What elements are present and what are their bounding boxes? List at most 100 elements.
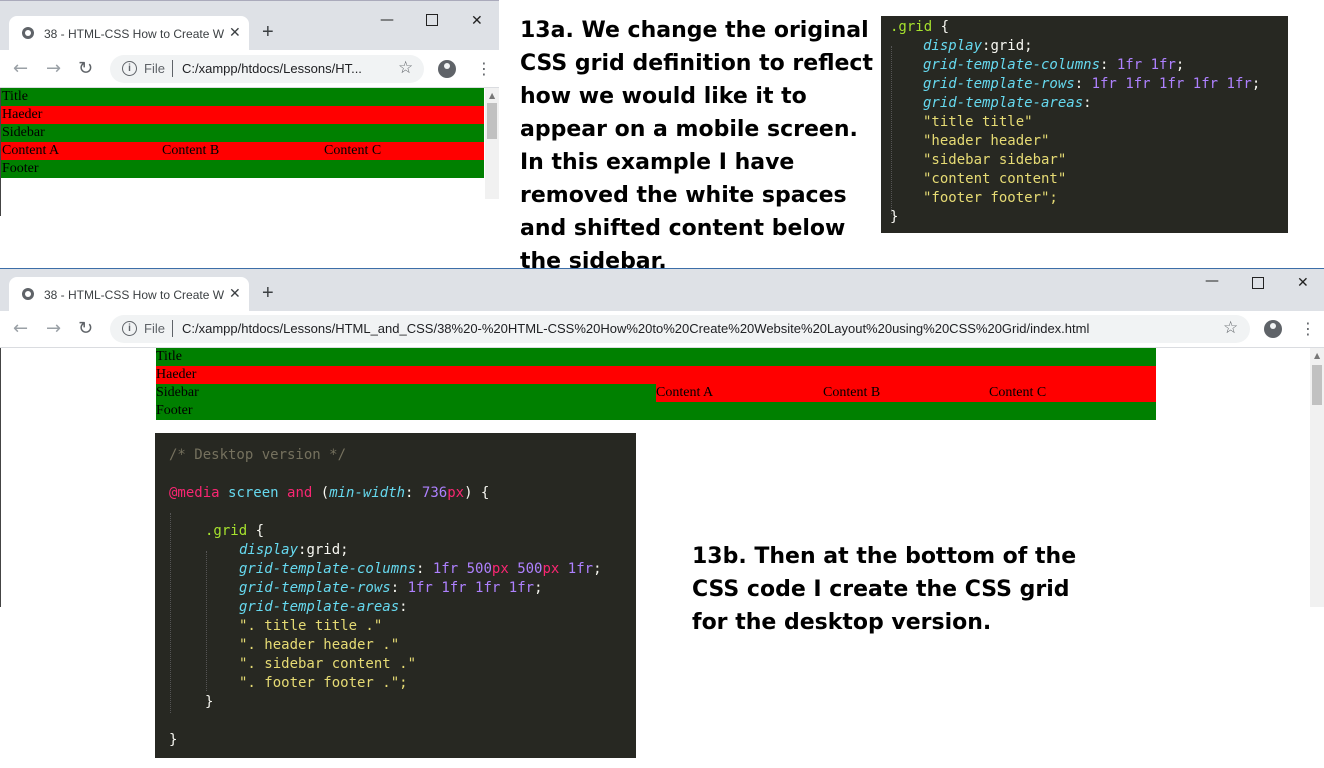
globe-icon (22, 288, 34, 300)
code-panel-desktop: /* Desktop version */ @media screen and … (155, 433, 636, 758)
divider (172, 320, 173, 337)
sidebar-text: Sidebar (2, 125, 45, 140)
code-comment: /* Desktop version */ (169, 447, 347, 463)
area-line: "footer footer"; (923, 190, 1058, 206)
maximize-icon[interactable] (426, 14, 438, 26)
title-text: Title (2, 89, 28, 104)
minimize-icon[interactable]: — (380, 12, 394, 28)
content-a-text: Content A (2, 143, 60, 158)
prop-display: display (923, 38, 983, 54)
area-line: "title title" (923, 114, 1033, 130)
col-val: 1fr (1150, 57, 1176, 73)
address-bar[interactable]: i File C:/xampp/htdocs/Lessons/HT... ☆ (110, 55, 424, 83)
sidebar-row: Sidebar (0, 124, 484, 142)
back-icon[interactable]: ← (13, 318, 28, 339)
browser-tab[interactable]: 38 - HTML-CSS How to Create W ✕ (9, 16, 249, 50)
new-tab-button[interactable]: + (262, 21, 274, 44)
prop-columns: grid-template-columns (923, 57, 1101, 73)
caption-13a: 13a. We change the original CSS grid def… (520, 18, 873, 274)
indent-guide (891, 46, 892, 214)
content-b-text: Content B (162, 143, 220, 158)
prop-areas: grid-template-areas (239, 599, 400, 615)
scroll-up-icon[interactable]: ▲ (489, 91, 495, 100)
media-unit: px (447, 485, 465, 501)
tab-title: 38 - HTML-CSS How to Create W (44, 27, 224, 41)
header-text: Haeder (2, 107, 43, 122)
url-text: C:/xampp/htdocs/Lessons/HT... (182, 61, 362, 76)
divider (172, 60, 173, 77)
bookmark-star-icon[interactable]: ☆ (398, 58, 413, 78)
browser-tab[interactable]: 38 - HTML-CSS How to Create W ✕ (9, 277, 249, 311)
tab-title: 38 - HTML-CSS How to Create W (44, 288, 224, 302)
indent-guide (206, 551, 207, 691)
footer-row: Footer (156, 402, 1156, 420)
top-browser-window: 38 - HTML-CSS How to Create W ✕ + — ✕ ← … (0, 0, 499, 216)
prop-rows: grid-template-rows (923, 76, 1075, 92)
scrollbar-thumb[interactable] (1312, 365, 1322, 405)
menu-icon[interactable]: ⋮ (1300, 319, 1316, 338)
header-row: Haeder (156, 366, 1156, 384)
area-line: "sidebar sidebar" (923, 152, 1067, 168)
prop-display: display (239, 542, 299, 558)
row-val: 1fr (407, 580, 433, 596)
code-panel-mobile: .grid { display:grid; grid-template-colu… (881, 16, 1288, 233)
content-a-text: Content A (656, 385, 714, 400)
sidebar-content-row: Sidebar Content A Content B Content C (156, 384, 1156, 402)
scroll-up-icon[interactable]: ▲ (1314, 351, 1320, 360)
close-tab-icon[interactable]: ✕ (229, 285, 241, 302)
prop-columns: grid-template-columns (239, 561, 417, 577)
footer-text: Footer (2, 161, 39, 176)
title-row: Title (0, 88, 484, 106)
sidebar-cell: Sidebar (156, 384, 656, 402)
new-tab-button[interactable]: + (262, 282, 274, 305)
profile-avatar[interactable] (438, 60, 456, 78)
media-feature: min-width (329, 485, 406, 501)
col-val: 1fr (1116, 57, 1143, 73)
reload-icon[interactable]: ↻ (78, 58, 93, 79)
title-row: Title (156, 348, 1156, 366)
media-type: screen (228, 485, 279, 501)
info-icon: i (122, 321, 137, 336)
content-row: Content A Content B Content C (0, 142, 484, 160)
footer-row: Footer (0, 160, 484, 178)
scrollbar-thumb[interactable] (487, 103, 497, 139)
header-text: Haeder (156, 367, 197, 382)
media-keyword: @media (169, 485, 220, 501)
forward-icon[interactable]: → (46, 318, 61, 339)
globe-icon (22, 27, 34, 39)
row-val: 1fr (475, 580, 501, 596)
sidebar-text: Sidebar (156, 385, 199, 400)
indent-guide (170, 513, 171, 713)
title-text: Title (156, 349, 182, 364)
caption-13b: 13b. Then at the bottom of the CSS code … (692, 544, 1077, 635)
close-window-icon[interactable]: ✕ (471, 13, 483, 29)
window-border (0, 88, 1, 216)
content-c-text: Content C (324, 143, 382, 158)
menu-icon[interactable]: ⋮ (476, 59, 492, 78)
prop-areas: grid-template-areas (923, 95, 1084, 111)
window-border (0, 348, 1, 607)
row-val: 1fr (441, 580, 467, 596)
back-icon[interactable]: ← (13, 58, 28, 79)
address-bar[interactable]: i File C:/xampp/htdocs/Lessons/HTML_and_… (110, 315, 1250, 343)
content-c-text: Content C (989, 385, 1047, 400)
selector: .grid (205, 523, 248, 539)
val-display: grid (990, 38, 1025, 54)
row-val: 1fr (1091, 76, 1117, 92)
forward-icon[interactable]: → (46, 58, 61, 79)
row-val: 1fr (1192, 76, 1219, 92)
minimize-icon[interactable]: — (1205, 273, 1219, 289)
close-window-icon[interactable]: ✕ (1297, 275, 1309, 291)
maximize-icon[interactable] (1252, 277, 1264, 289)
area-line: "header header" (923, 133, 1050, 149)
profile-avatar[interactable] (1264, 320, 1282, 338)
and-keyword: and (287, 485, 313, 501)
bookmark-star-icon[interactable]: ☆ (1223, 318, 1238, 338)
file-label: File (144, 321, 165, 336)
row-val: 1fr (1226, 76, 1252, 92)
reload-icon[interactable]: ↻ (78, 318, 93, 339)
area-line: ". header header ." (239, 637, 400, 653)
close-tab-icon[interactable]: ✕ (229, 24, 241, 41)
file-label: File (144, 61, 165, 76)
url-text: C:/xampp/htdocs/Lessons/HTML_and_CSS/38%… (182, 321, 1090, 336)
